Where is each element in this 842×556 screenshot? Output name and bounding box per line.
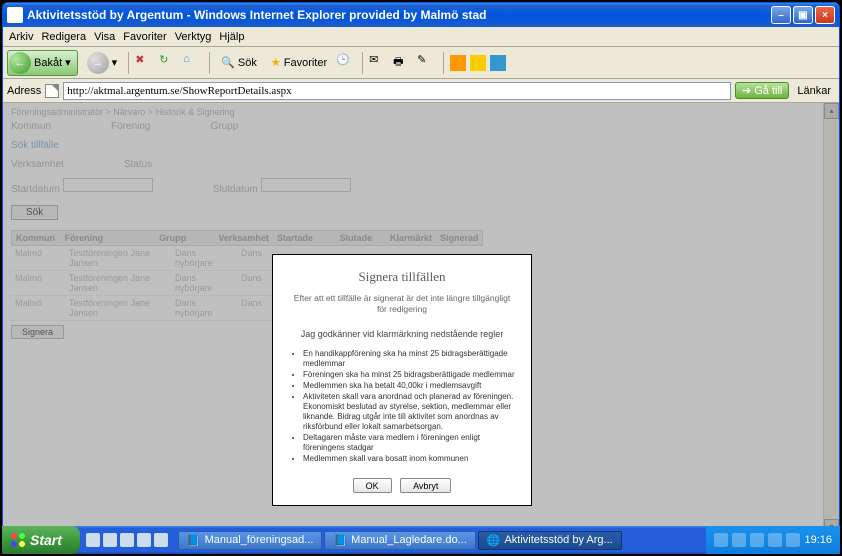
links-label[interactable]: Länkar: [793, 85, 835, 97]
modal-rule: Aktiviteten skall vara anordnad och plan…: [303, 392, 515, 432]
modal-rule: Deltagaren måste vara medlem i föreninge…: [303, 433, 515, 453]
forward-button[interactable]: → ▾: [82, 49, 123, 77]
addressbar: Adress ➜ Gå till Länkar: [3, 79, 839, 103]
address-label: Adress: [7, 85, 41, 97]
menu-visa[interactable]: Visa: [94, 31, 115, 43]
taskbar-task-active[interactable]: 🌐 Aktivitetsstöd by Arg...: [478, 531, 622, 550]
refresh-icon[interactable]: ↻: [159, 53, 179, 73]
go-button[interactable]: ➜ Gå till: [735, 82, 789, 99]
close-button[interactable]: ×: [815, 6, 835, 24]
quick-launch: [80, 533, 174, 547]
menu-arkiv[interactable]: Arkiv: [9, 31, 33, 43]
titlebar: Aktivitetsstöd by Argentum - Windows Int…: [3, 3, 839, 27]
app-icon: [7, 7, 23, 23]
taskbar-task[interactable]: 📘 Manual_Lagledare.do...: [324, 531, 475, 550]
maximize-button[interactable]: ▣: [793, 6, 813, 24]
tool-icon-2[interactable]: [470, 55, 486, 71]
tray-icon[interactable]: [714, 533, 728, 547]
ok-button[interactable]: OK: [353, 478, 392, 493]
minimize-button[interactable]: –: [771, 6, 791, 24]
modal-subtitle: Efter att ett tillfälle är signerat är d…: [289, 293, 515, 315]
page-icon: [45, 84, 59, 98]
windows-logo-icon: [10, 532, 26, 548]
back-icon: ←: [9, 52, 31, 74]
search-label: Sök: [238, 57, 257, 69]
modal-rules-list: En handikappförening ska ha minst 25 bid…: [303, 349, 515, 464]
ql-icon[interactable]: [137, 533, 151, 547]
dropdown-icon: ▾: [65, 56, 71, 69]
home-icon[interactable]: ⌂: [183, 53, 203, 73]
print-icon[interactable]: 🖶: [393, 53, 413, 73]
back-button[interactable]: ← Bakåt ▾: [7, 50, 78, 76]
go-arrow-icon: ➜: [742, 84, 751, 97]
ql-icon[interactable]: [86, 533, 100, 547]
ql-icon[interactable]: [120, 533, 134, 547]
menu-verktyg[interactable]: Verktyg: [175, 31, 212, 43]
tool-icon-1[interactable]: [450, 55, 466, 71]
modal-rule: En handikappförening ska ha minst 25 bid…: [303, 349, 515, 369]
ql-icon[interactable]: [154, 533, 168, 547]
toolbar: ← Bakåt ▾ → ▾ ✖ ↻ ⌂ 🔍 Sök ★ Favoriter 🕒 …: [3, 47, 839, 79]
back-label: Bakåt: [34, 57, 62, 69]
stop-icon[interactable]: ✖: [135, 53, 155, 73]
forward-icon: →: [87, 52, 109, 74]
modal-rule: Föreningen ska ha minst 25 bidragsberätt…: [303, 370, 515, 380]
search-icon: 🔍: [221, 56, 235, 69]
edit-icon[interactable]: ✎: [417, 53, 437, 73]
modal-dialog: Signera tillfällen Efter att ett tillfäl…: [272, 254, 532, 506]
menu-redigera[interactable]: Redigera: [41, 31, 86, 43]
menu-hjalp[interactable]: Hjälp: [219, 31, 244, 43]
content-area: ▴ ▾ Föreningsadministratör > Närvaro > H…: [3, 103, 839, 535]
modal-rule: Medlemmen skall vara bosatt inom kommune…: [303, 454, 515, 464]
word-icon: 📘: [187, 534, 201, 547]
taskbar-task[interactable]: 📘 Manual_föreningsad...: [178, 531, 323, 550]
mail-icon[interactable]: ✉: [369, 53, 389, 73]
word-icon: 📘: [333, 534, 347, 547]
modal-heading: Jag godkänner vid klarmärkning nedståend…: [289, 329, 515, 339]
tray-icon[interactable]: [732, 533, 746, 547]
dropdown-icon: ▾: [112, 56, 118, 69]
modal-title: Signera tillfällen: [289, 269, 515, 285]
start-label: Start: [30, 532, 62, 548]
clock[interactable]: 19:16: [804, 534, 832, 546]
go-label: Gå till: [754, 85, 782, 97]
system-tray: 19:16: [706, 526, 840, 554]
tray-icon[interactable]: [786, 533, 800, 547]
tray-icon[interactable]: [750, 533, 764, 547]
ie-icon: 🌐: [487, 534, 501, 547]
menubar: Arkiv Redigera Visa Favoriter Verktyg Hj…: [3, 27, 839, 47]
taskbar: Start 📘 Manual_föreningsad... 📘 Manual_L…: [2, 526, 840, 554]
menu-favoriter[interactable]: Favoriter: [123, 31, 166, 43]
search-button[interactable]: 🔍 Sök: [216, 53, 262, 72]
tool-icon-3[interactable]: [490, 55, 506, 71]
tray-icon[interactable]: [768, 533, 782, 547]
address-input[interactable]: [63, 82, 731, 100]
history-icon[interactable]: 🕒: [336, 53, 356, 73]
favorites-button[interactable]: ★ Favoriter: [266, 53, 332, 72]
ql-icon[interactable]: [103, 533, 117, 547]
cancel-button[interactable]: Avbryt: [400, 478, 451, 493]
window-title: Aktivitetsstöd by Argentum - Windows Int…: [27, 8, 771, 22]
modal-rule: Medlemmen ska ha betalt 40,00kr i medlem…: [303, 381, 515, 391]
start-button[interactable]: Start: [2, 526, 80, 554]
favorites-label: Favoriter: [284, 57, 327, 69]
star-icon: ★: [271, 56, 281, 69]
